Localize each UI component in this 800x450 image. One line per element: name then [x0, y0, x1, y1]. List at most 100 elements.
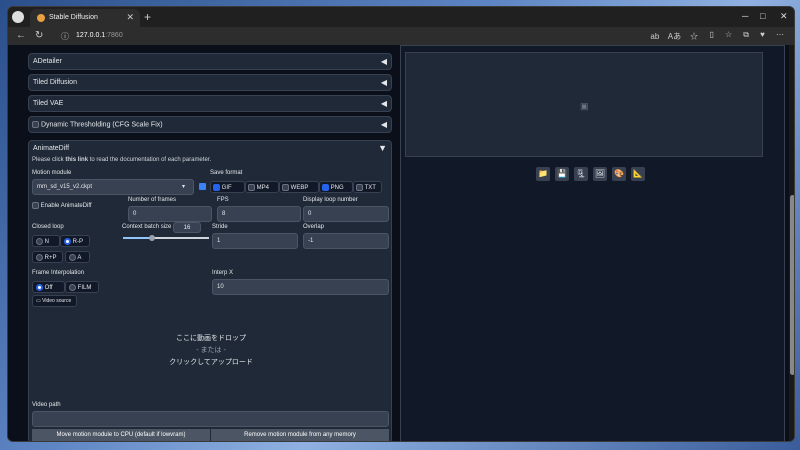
- translate-icon[interactable]: ab: [650, 32, 659, 41]
- url-host: 127.0.0.1: [76, 32, 106, 39]
- txt-checkbox[interactable]: [356, 184, 363, 191]
- remove-module-button[interactable]: Remove motion module from any memory: [211, 429, 389, 441]
- interp-off[interactable]: Off: [32, 281, 65, 293]
- rpp-radio[interactable]: [36, 254, 43, 261]
- fps-label: FPS: [217, 197, 229, 203]
- context-input[interactable]: 16: [173, 222, 201, 233]
- collapse-arrow-icon: ◀: [380, 99, 387, 108]
- format-png[interactable]: PNG: [319, 181, 353, 193]
- browser-window: Stable Diffusion ✕ + ─ □ ✕ ← ↻ ⓘ 127.0.0…: [7, 6, 795, 442]
- address-bar: ← ↻ ⓘ 127.0.0.1:7860 ab Aあ ☆ ▯ ☆ ⧉ ♥ ⋯: [8, 27, 794, 45]
- scrollbar-thumb[interactable]: [790, 195, 794, 375]
- motion-module-select[interactable]: mm_sd_v15_v2.ckpt ▾: [32, 179, 194, 195]
- loop-number-input[interactable]: 0: [303, 206, 389, 222]
- minimize-icon[interactable]: ─: [742, 11, 748, 21]
- gif-checkbox[interactable]: [213, 184, 220, 191]
- format-txt[interactable]: TXT: [353, 181, 382, 193]
- image-icon[interactable]: 🖼: [593, 167, 607, 181]
- ruler-icon[interactable]: 📐: [631, 167, 645, 181]
- enable-row[interactable]: Enable AnimateDiff: [32, 202, 92, 209]
- save-icon[interactable]: 💾: [555, 167, 569, 181]
- extension-icon[interactable]: ♥: [760, 30, 765, 39]
- motion-module-label: Motion module: [32, 170, 72, 176]
- browser-tab[interactable]: Stable Diffusion ✕: [30, 9, 140, 27]
- video-source-tab[interactable]: ▭ Video source: [32, 295, 77, 307]
- accordion-dynamic-thresholding[interactable]: Dynamic Thresholding (CFG Scale Fix) ◀: [28, 116, 392, 133]
- enable-label: Enable AnimateDiff: [40, 203, 92, 210]
- webp-checkbox[interactable]: [282, 184, 289, 191]
- closed-loop-n[interactable]: N: [32, 235, 60, 247]
- overlap-input[interactable]: -1: [303, 233, 389, 249]
- fps-input[interactable]: 8: [217, 206, 301, 222]
- titlebar: Stable Diffusion ✕ + ─ □ ✕: [8, 7, 794, 27]
- accordion-tiled-vae[interactable]: Tiled VAE ◀: [28, 95, 392, 112]
- interp-film[interactable]: FILM: [65, 281, 99, 293]
- image-placeholder-icon: ▣: [580, 101, 589, 111]
- refresh-icon[interactable]: ↻: [35, 30, 43, 41]
- close-window-icon[interactable]: ✕: [780, 11, 788, 22]
- doc-prefix: Please click: [32, 157, 66, 163]
- png-checkbox[interactable]: [322, 184, 329, 191]
- mp4-checkbox[interactable]: [248, 184, 255, 191]
- favorites-icon[interactable]: ☆: [725, 30, 732, 39]
- tab-close-icon[interactable]: ✕: [126, 12, 134, 23]
- image-preview: ▣: [405, 52, 763, 157]
- closed-loop-rpp[interactable]: R+P: [32, 251, 63, 263]
- frames-label: Number of frames: [128, 197, 177, 203]
- url-field[interactable]: ⓘ 127.0.0.1:7860 ab Aあ ☆: [56, 29, 706, 43]
- favorite-icon[interactable]: ☆: [690, 32, 698, 41]
- save-format-label: Save format: [210, 170, 243, 176]
- page-scrollbar[interactable]: [789, 45, 794, 441]
- doc-link[interactable]: this link: [65, 157, 88, 163]
- read-aloud-icon[interactable]: Aあ: [668, 32, 681, 41]
- split-screen-icon[interactable]: ▯: [709, 30, 713, 39]
- frames-input[interactable]: 0: [128, 206, 212, 222]
- refresh-models-icon[interactable]: [199, 183, 206, 190]
- accordion-tiled-diffusion[interactable]: Tiled Diffusion ◀: [28, 74, 392, 91]
- dynamic-thresholding-checkbox[interactable]: [32, 121, 39, 128]
- accordion-adetailer[interactable]: ADetailer ◀: [28, 53, 392, 70]
- zip-icon[interactable]: 🗜: [574, 167, 588, 181]
- closed-loop-label: Closed loop: [32, 224, 64, 230]
- closed-loop-a[interactable]: A: [65, 251, 90, 263]
- closed-loop-rp[interactable]: R-P: [60, 235, 90, 247]
- more-icon[interactable]: ⋯: [776, 30, 784, 39]
- n-radio[interactable]: [36, 238, 43, 245]
- url-actions: ab Aあ ☆: [650, 31, 698, 42]
- new-tab-icon[interactable]: +: [144, 10, 151, 24]
- a-radio[interactable]: [69, 254, 76, 261]
- video-dropzone[interactable]: ここに動画をドロップ - または - クリックしてアップロード: [33, 333, 389, 403]
- format-gif[interactable]: GIF: [210, 181, 245, 193]
- tab-title: Stable Diffusion: [49, 14, 98, 21]
- back-icon[interactable]: ←: [16, 30, 26, 41]
- collapse-arrow-icon: ◀: [380, 57, 387, 66]
- stride-input[interactable]: 1: [212, 233, 298, 249]
- expand-arrow-icon[interactable]: ▼: [378, 143, 387, 153]
- accordion-label: Dynamic Thresholding (CFG Scale Fix): [40, 121, 163, 129]
- film-radio[interactable]: [69, 284, 76, 291]
- animatediff-panel: AnimateDiff ▼ Please click this link to …: [28, 140, 392, 441]
- url-text: 127.0.0.1:7860: [76, 32, 123, 39]
- favicon-icon: [37, 14, 45, 22]
- off-radio[interactable]: [36, 284, 43, 291]
- move-to-cpu-button[interactable]: Move motion module to CPU (default if lo…: [32, 429, 210, 441]
- video-path-input[interactable]: [32, 411, 389, 427]
- stride-label: Stride: [212, 224, 228, 230]
- loop-number-label: Display loop number: [303, 197, 358, 203]
- txt-label: TXT: [364, 185, 376, 192]
- url-port: :7860: [105, 32, 123, 39]
- rp-radio[interactable]: [64, 238, 71, 245]
- profile-avatar[interactable]: [12, 11, 24, 23]
- motion-module-value: mm_sd_v15_v2.ckpt: [37, 184, 93, 190]
- format-mp4[interactable]: MP4: [245, 181, 279, 193]
- interp-x-input[interactable]: 10: [212, 279, 389, 295]
- enable-checkbox[interactable]: [32, 202, 39, 209]
- accordion-label: Tiled VAE: [33, 100, 64, 107]
- maximize-icon[interactable]: □: [760, 11, 765, 21]
- collections-icon[interactable]: ⧉: [743, 30, 749, 39]
- context-slider-knob[interactable]: [148, 235, 155, 241]
- drop-line-1: ここに動画をドロップ: [176, 335, 246, 342]
- folder-icon[interactable]: 📁: [536, 167, 550, 181]
- format-webp[interactable]: WEBP: [279, 181, 319, 193]
- palette-icon[interactable]: 🎨: [612, 167, 626, 181]
